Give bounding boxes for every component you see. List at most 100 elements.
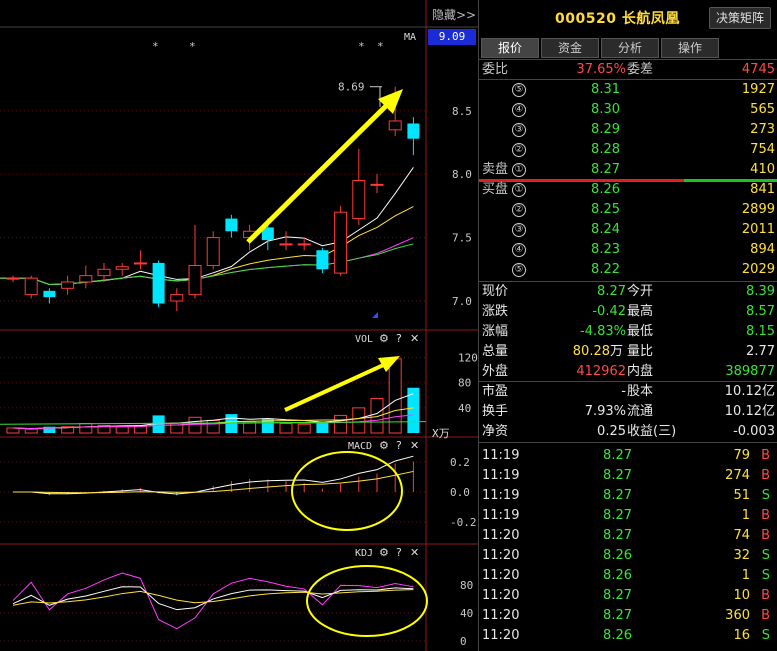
dif-line (13, 455, 414, 495)
stat-row: 总量 80.28 万量比 2.77 (479, 342, 777, 362)
sell-order-row[interactable]: ④ 8.30 565 (479, 100, 777, 120)
tick-direction: S (761, 548, 770, 563)
buy-order-row[interactable]: ④ 8.23 894 (479, 240, 777, 260)
candle-body (152, 262, 165, 304)
stat-row: 涨幅 -4.83% 最低 8.15 (479, 322, 777, 342)
divider (479, 442, 777, 443)
candle-body (188, 264, 202, 296)
sell-order-row[interactable]: ⑤ 8.31 1927 (479, 80, 777, 100)
vol-close-icon[interactable]: ✕ (410, 332, 419, 345)
macd-label: MACD (348, 441, 373, 452)
tick-volume: 360 (725, 608, 750, 623)
order-volume: 565 (750, 102, 775, 117)
tick-volume: 51 (733, 488, 750, 503)
vol-help-icon[interactable]: ? (396, 332, 402, 345)
order-volume: 2899 (741, 202, 775, 217)
candle-body (279, 243, 293, 246)
tick-direction: S (761, 488, 770, 503)
level-badge: ⑤ (512, 263, 526, 277)
sell-order-row[interactable]: ③ 8.29 273 (479, 120, 777, 140)
tick-price: 8.27 (603, 528, 632, 543)
tick-row: 11:20 8.27 360 B (479, 606, 777, 626)
buy-label: 买盘 (482, 182, 509, 197)
y-tick-label: 8.5 (452, 105, 472, 118)
stat-label: 净资 (482, 424, 509, 439)
candle-body (61, 281, 75, 289)
macd-help-icon[interactable]: ? (396, 439, 402, 452)
buy-order-row[interactable]: ③ 8.24 2011 (479, 220, 777, 240)
tick-time: 11:19 (482, 488, 520, 503)
kdj-y-tick: 0 (460, 635, 467, 648)
tick-row: 11:20 8.26 32 S (479, 546, 777, 566)
vol-gear-icon[interactable]: ⚙ (379, 332, 389, 345)
y-tick-label: 7.0 (452, 295, 472, 308)
kdj-help-icon[interactable]: ? (396, 546, 402, 559)
sell-order-row[interactable]: ② 8.28 754 (479, 140, 777, 160)
buy-order-row[interactable]: ⑤ 8.22 2029 (479, 260, 777, 280)
star-mark: * (358, 40, 365, 53)
kdj-k-line (12, 586, 414, 611)
stat-value: -4.83% (580, 324, 626, 339)
volume-bar (79, 423, 93, 434)
order-volume: 273 (750, 122, 775, 137)
tick-time: 11:20 (482, 608, 520, 623)
macd-close-icon[interactable]: ✕ (410, 439, 419, 452)
stat-value: 7.93% (584, 404, 626, 419)
wei-cha-value: 4745 (741, 62, 775, 77)
wei-bi-value: 37.65% (576, 62, 626, 77)
stat-label: 总量 (482, 344, 509, 359)
order-price: 8.22 (591, 262, 620, 277)
tick-row: 11:20 8.27 74 B (479, 526, 777, 546)
hide-link[interactable]: 隐藏>> (432, 6, 476, 23)
volume-bar (352, 407, 366, 434)
macd-y-tick: -0.2 (450, 516, 477, 529)
tab-operate[interactable]: 操作 (661, 38, 719, 58)
tick-time: 11:20 (482, 568, 520, 583)
tick-row: 11:19 8.27 79 B (479, 446, 777, 466)
chart-area[interactable]: 8.5 8.0 7.5 7.0 8.69 * * * * 120 80 40 0.2 0.0 -0.2 80 4… (0, 0, 478, 651)
order-volume: 841 (750, 182, 775, 197)
volume-bar (407, 387, 420, 433)
stat-label: 换手 (482, 404, 509, 419)
kdj-y-tick: 80 (460, 579, 473, 592)
wei-cha-label: 委差 (627, 62, 654, 77)
quote-panel: 000520 长航凤凰 决策矩阵 报价 资金 分析 操作 委比 37.65% 委… (478, 0, 777, 651)
stat-label: 今开 (627, 284, 654, 299)
order-volume: 754 (750, 142, 775, 157)
level-badge: ② (512, 203, 526, 217)
candle-body (133, 262, 147, 265)
buy-order-row[interactable]: 买盘 ① 8.26 841 (479, 180, 777, 200)
order-price: 8.24 (591, 222, 620, 237)
kdj-y-tick: 40 (460, 607, 473, 620)
highlight-ellipse (291, 451, 403, 531)
tick-direction: B (761, 588, 770, 603)
stat-label: 现价 (482, 284, 509, 299)
tick-row: 11:20 8.26 1 S (479, 566, 777, 586)
tab-analysis[interactable]: 分析 (601, 38, 659, 58)
tab-quote[interactable]: 报价 (481, 38, 539, 58)
macd-gear-icon[interactable]: ⚙ (379, 439, 389, 452)
sell-order-row[interactable]: 卖盘 ① 8.27 410 (479, 160, 777, 180)
stat-label: 收益(三) (627, 424, 677, 439)
stat-row: 涨跌 -0.42 最高 8.57 (479, 302, 777, 322)
tick-time: 11:19 (482, 508, 520, 523)
level-badge: ③ (512, 223, 526, 237)
stat-value: 8.15 (746, 324, 775, 339)
kdj-gear-icon[interactable]: ⚙ (379, 546, 389, 559)
buy-order-row[interactable]: ② 8.25 2899 (479, 200, 777, 220)
stat-value: 8.57 (746, 304, 775, 319)
tab-funds[interactable]: 资金 (541, 38, 599, 58)
stat-row: 市盈 - 股本 10.12亿 (479, 382, 777, 402)
candle-body (316, 250, 329, 270)
tick-direction: B (761, 468, 770, 483)
kdj-close-icon[interactable]: ✕ (410, 546, 419, 559)
stat-value: 80.28 (572, 344, 610, 359)
order-volume: 2011 (741, 222, 775, 237)
order-ratio-row: 委比 37.65% 委差 4745 (479, 60, 777, 80)
decision-matrix-button[interactable]: 决策矩阵 (709, 7, 771, 29)
stat-row: 现价 8.27 今开 8.39 (479, 282, 777, 302)
candle-body (388, 120, 402, 131)
candle-body (97, 268, 111, 277)
chart-svg[interactable]: 8.5 8.0 7.5 7.0 8.69 * * * * 120 80 40 0.2 0.0 -0.2 80 4… (0, 0, 478, 651)
vol-y-tick: 40 (458, 402, 471, 415)
